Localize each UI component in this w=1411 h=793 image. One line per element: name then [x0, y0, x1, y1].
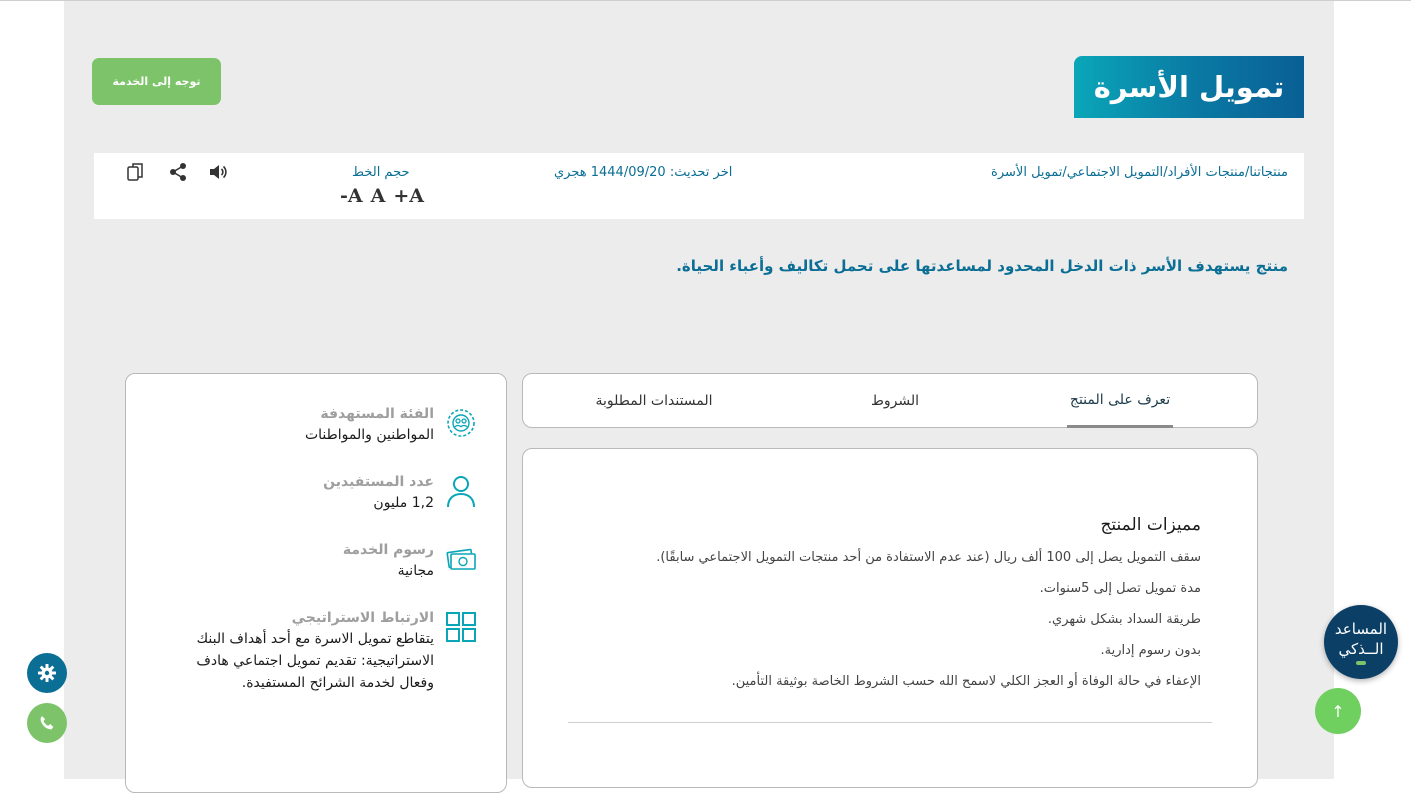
service-fees-label: رسوم الخدمة: [342, 542, 434, 558]
speaker-icon[interactable]: [207, 161, 229, 183]
strategic-link-item: الارتباط الاستراتيجي يتقاطع تمويل الاسرة…: [136, 610, 476, 694]
gear-icon: [38, 664, 56, 682]
beneficiaries-item: عدد المستفيدين 1,2 مليون: [136, 474, 476, 514]
target-group-item: الفئة المستهدفة المواطنين والمواطنات: [136, 406, 476, 446]
tab-content: مميزات المنتج سقف التمويل يصل إلى 100 أل…: [522, 448, 1258, 788]
feature-item: الإعفاء في حالة الوفاة أو العجز الكلي لا…: [731, 674, 1201, 689]
settings-button[interactable]: [27, 653, 67, 693]
font-reset-button[interactable]: A: [371, 185, 386, 207]
share-icon[interactable]: [167, 161, 189, 183]
go-to-service-button[interactable]: توجه إلى الخدمة: [92, 58, 221, 105]
phone-icon: [40, 716, 54, 730]
tab-about-product[interactable]: تعرف على المنتج: [1067, 374, 1173, 428]
scroll-to-top-button[interactable]: ↑: [1315, 688, 1361, 734]
breadcrumb-family-financing: تمويل الأسرة: [991, 165, 1063, 180]
smart-assistant-button[interactable]: المساعد الــذكي: [1324, 605, 1398, 679]
beneficiaries-label: عدد المستفيدين: [323, 474, 434, 490]
info-bar: منتجاتنا/منتجات الأفراد/التمويل الاجتماع…: [94, 153, 1304, 219]
target-group-label: الفئة المستهدفة: [320, 406, 434, 422]
last-update-label: اخر تحديث:: [669, 165, 733, 180]
grid-icon: [446, 612, 476, 642]
assistant-indicator: [1356, 661, 1366, 665]
breadcrumb-products[interactable]: منتجاتنا: [1249, 165, 1288, 180]
strategic-link-label: الارتباط الاستراتيجي: [291, 610, 434, 626]
tab-conditions[interactable]: الشروط: [845, 374, 945, 428]
font-increase-button[interactable]: +A: [393, 185, 424, 207]
assistant-label-line1: المساعد: [1334, 620, 1388, 638]
product-summary-card: الفئة المستهدفة المواطنين والمواطنات عدد…: [125, 373, 507, 793]
font-size-controls: -A A +A: [340, 185, 424, 207]
feature-item: سقف التمويل يصل إلى 100 ألف ريال (عند عد…: [656, 550, 1201, 565]
call-button[interactable]: [27, 703, 67, 743]
strategic-link-value: يتقاطع تمويل الاسرة مع أحد أهداف البنك ا…: [196, 631, 434, 691]
money-icon: [446, 548, 476, 570]
feature-item: مدة تمويل تصل إلى 5سنوات.: [1039, 581, 1201, 596]
feature-item: بدون رسوم إدارية.: [1100, 643, 1201, 658]
last-update: اخر تحديث: 1444/09/20 هجري: [554, 165, 732, 180]
tabs: تعرف على المنتج الشروط المستندات المطلوب…: [522, 373, 1258, 428]
product-intro: منتج يستهدف الأسر ذات الدخل المحدود لمسا…: [676, 257, 1288, 275]
page: تمويل الأسرة توجه إلى الخدمة منتجاتنا/من…: [0, 0, 1411, 793]
service-fees-value: مجانية: [397, 563, 434, 579]
font-size-label: حجم الخط: [352, 165, 410, 180]
copy-icon[interactable]: [125, 161, 147, 183]
tab-required-documents[interactable]: المستندات المطلوبة: [579, 374, 729, 428]
beneficiaries-value: 1,2 مليون: [373, 495, 434, 511]
divider: [568, 722, 1212, 723]
page-title: تمويل الأسرة: [1074, 56, 1304, 118]
target-group-icon: [447, 409, 475, 437]
person-icon: [447, 476, 475, 508]
breadcrumb-social-financing[interactable]: التمويل الاجتماعي: [1067, 165, 1163, 180]
service-fees-item: رسوم الخدمة مجانية: [136, 542, 476, 582]
breadcrumb: منتجاتنا/منتجات الأفراد/التمويل الاجتماع…: [991, 165, 1288, 180]
target-group-value: المواطنين والمواطنات: [304, 427, 434, 443]
assistant-label-line2: الــذكي: [1338, 640, 1384, 658]
breadcrumb-individual-products[interactable]: منتجات الأفراد: [1168, 165, 1245, 180]
last-update-value: 1444/09/20 هجري: [554, 165, 666, 180]
features-title: مميزات المنتج: [1100, 515, 1201, 535]
feature-item: طريقة السداد بشكل شهري.: [1047, 612, 1201, 627]
font-decrease-button[interactable]: -A: [340, 185, 363, 207]
